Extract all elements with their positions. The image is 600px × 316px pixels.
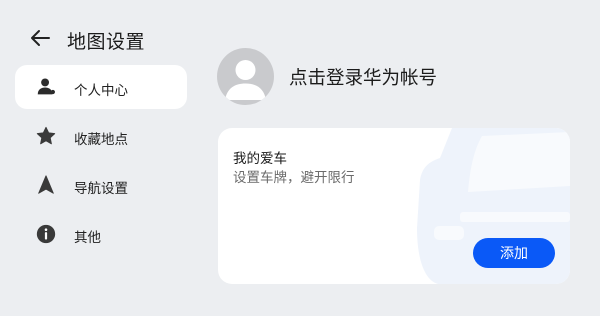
person-icon bbox=[37, 78, 55, 95]
sidebar-item-label: 个人中心 bbox=[74, 83, 128, 99]
login-huawei-account-link[interactable]: 点击登录华为帐号 bbox=[289, 64, 437, 90]
sidebar-item-label: 导航设置 bbox=[74, 181, 128, 197]
sidebar-item-favorite-places[interactable]: 收藏地点 bbox=[15, 114, 187, 158]
star-icon bbox=[36, 126, 56, 145]
avatar[interactable] bbox=[217, 48, 274, 105]
navigation-arrow-icon bbox=[38, 175, 54, 194]
default-avatar-icon bbox=[225, 60, 266, 100]
my-car-card: 我的爱车 设置车牌，避开限行 添加 bbox=[218, 128, 570, 284]
sidebar-item-other[interactable]: 其他 bbox=[15, 212, 187, 256]
info-icon bbox=[36, 224, 56, 244]
arrow-left-icon[interactable] bbox=[28, 26, 52, 50]
add-car-button[interactable]: 添加 bbox=[473, 238, 555, 268]
sidebar-item-label: 收藏地点 bbox=[74, 132, 128, 148]
sidebar-item-label: 其他 bbox=[74, 230, 101, 246]
sidebar-item-navigation-settings[interactable]: 导航设置 bbox=[15, 163, 187, 207]
settings-screen: 地图设置 个人中心 收藏地点 导航设置 其他 点击登录华为帐号 我的爱车 设置车… bbox=[0, 0, 600, 316]
sidebar-item-personal-center[interactable]: 个人中心 bbox=[15, 65, 187, 109]
card-title: 我的爱车 bbox=[233, 151, 287, 167]
page-title: 地图设置 bbox=[67, 31, 146, 53]
card-subtitle: 设置车牌，避开限行 bbox=[233, 170, 355, 186]
